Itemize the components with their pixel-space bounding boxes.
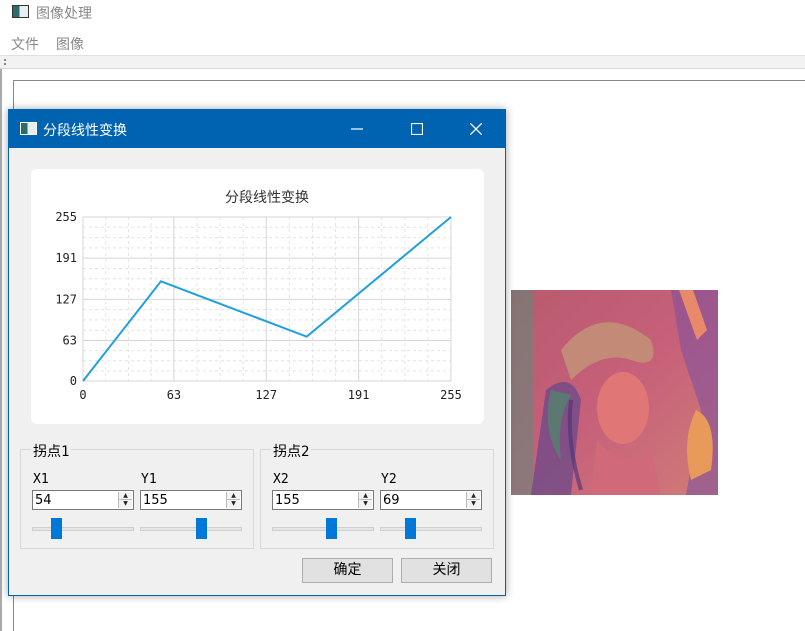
x2-slider[interactable] bbox=[272, 518, 374, 540]
x-tick-label: 255 bbox=[440, 388, 462, 402]
y2-label: Y2 bbox=[381, 472, 397, 487]
y2-input[interactable] bbox=[383, 492, 463, 508]
x1-slider-handle[interactable] bbox=[51, 518, 62, 539]
minimize-button[interactable] bbox=[334, 110, 380, 148]
spin-up-icon[interactable]: ▲ bbox=[119, 492, 132, 500]
spin-up-icon[interactable]: ▲ bbox=[227, 492, 240, 500]
piecewise-linear-dialog: 分段线性变换 分段线性变换 0 63 127 191 255 0 63 127 191 255 拐点… bbox=[8, 109, 506, 596]
x-tick-label: 0 bbox=[79, 388, 86, 402]
main-window-title: 图像处理 bbox=[36, 6, 92, 22]
window-border bbox=[0, 69, 2, 631]
ok-button[interactable]: 确定 bbox=[302, 558, 393, 583]
app-icon bbox=[12, 5, 29, 18]
y-tick-label: 191 bbox=[55, 251, 77, 265]
maximize-button[interactable] bbox=[394, 110, 440, 148]
y1-spin-arrows[interactable]: ▲ ▼ bbox=[226, 492, 240, 508]
menu-file[interactable]: 文件 bbox=[11, 34, 39, 54]
group-point-1: 拐点1 X1 Y1 ▲▼ ▲▼ bbox=[20, 441, 254, 549]
spin-down-icon[interactable]: ▼ bbox=[467, 500, 480, 508]
main-window-titlebar: 图像处理 bbox=[0, 0, 805, 26]
maximize-icon bbox=[411, 123, 423, 135]
spin-down-icon[interactable]: ▼ bbox=[359, 500, 372, 508]
y2-spinbox[interactable]: ▲▼ bbox=[380, 490, 482, 510]
close-button[interactable]: 关闭 bbox=[401, 558, 492, 583]
x1-spinbox[interactable]: ▲▼ bbox=[32, 490, 134, 510]
menu-bar: 文件 图像 bbox=[0, 30, 805, 54]
x1-spin-arrows[interactable]: ▲ ▼ bbox=[118, 492, 132, 508]
y2-spin-arrows[interactable]: ▲ ▼ bbox=[466, 492, 480, 508]
close-icon bbox=[470, 123, 482, 135]
spin-down-icon[interactable]: ▼ bbox=[119, 500, 132, 508]
group-2-title: 拐点2 bbox=[271, 441, 312, 461]
processed-image bbox=[511, 290, 718, 495]
toolbar bbox=[0, 55, 805, 69]
y-tick-label: 0 bbox=[70, 374, 77, 388]
x1-slider-track[interactable] bbox=[32, 527, 134, 531]
x1-input[interactable] bbox=[35, 492, 115, 508]
dialog-title: 分段线性变换 bbox=[43, 123, 127, 139]
group-point-2: 拐点2 X2 Y2 ▲▼ ▲▼ bbox=[260, 441, 494, 549]
y1-spinbox[interactable]: ▲▼ bbox=[140, 490, 242, 510]
x-tick-label: 127 bbox=[255, 388, 277, 402]
x2-slider-handle[interactable] bbox=[326, 518, 337, 539]
y1-label: Y1 bbox=[141, 472, 157, 487]
y1-slider-track[interactable] bbox=[140, 527, 242, 531]
x2-input[interactable] bbox=[275, 492, 355, 508]
x1-slider[interactable] bbox=[32, 518, 134, 540]
y-tick-label: 127 bbox=[55, 292, 77, 306]
group-1-title: 拐点1 bbox=[31, 441, 72, 461]
y2-slider[interactable] bbox=[380, 518, 482, 540]
minimize-icon bbox=[351, 128, 363, 130]
chart-panel: 分段线性变换 0 63 127 191 255 0 63 127 191 255 bbox=[31, 169, 484, 424]
x2-spinbox[interactable]: ▲▼ bbox=[272, 490, 374, 510]
y-tick-label: 63 bbox=[63, 333, 77, 347]
y1-input[interactable] bbox=[143, 492, 223, 508]
close-window-button[interactable] bbox=[453, 110, 499, 148]
x-tick-label: 63 bbox=[167, 388, 181, 402]
toolbar-grip-icon[interactable] bbox=[4, 59, 6, 65]
y2-slider-track[interactable] bbox=[380, 527, 482, 531]
x2-label: X2 bbox=[273, 472, 289, 487]
dialog-titlebar[interactable]: 分段线性变换 bbox=[9, 110, 505, 148]
y1-slider[interactable] bbox=[140, 518, 242, 540]
y2-slider-handle[interactable] bbox=[405, 518, 416, 539]
spin-up-icon[interactable]: ▲ bbox=[467, 492, 480, 500]
transform-chart: 分段线性变换 0 63 127 191 255 0 63 127 191 255 bbox=[55, 189, 462, 402]
y1-slider-handle[interactable] bbox=[196, 518, 207, 539]
chart-title: 分段线性变换 bbox=[225, 189, 309, 206]
spin-down-icon[interactable]: ▼ bbox=[227, 500, 240, 508]
spin-up-icon[interactable]: ▲ bbox=[359, 492, 372, 500]
processed-image-graphic bbox=[511, 290, 718, 495]
y-tick-label: 255 bbox=[55, 210, 77, 224]
menu-image[interactable]: 图像 bbox=[56, 34, 84, 54]
dialog-app-icon bbox=[20, 122, 37, 135]
x2-spin-arrows[interactable]: ▲ ▼ bbox=[358, 492, 372, 508]
x2-slider-track[interactable] bbox=[272, 527, 374, 531]
x1-label: X1 bbox=[33, 472, 49, 487]
x-tick-label: 191 bbox=[348, 388, 370, 402]
